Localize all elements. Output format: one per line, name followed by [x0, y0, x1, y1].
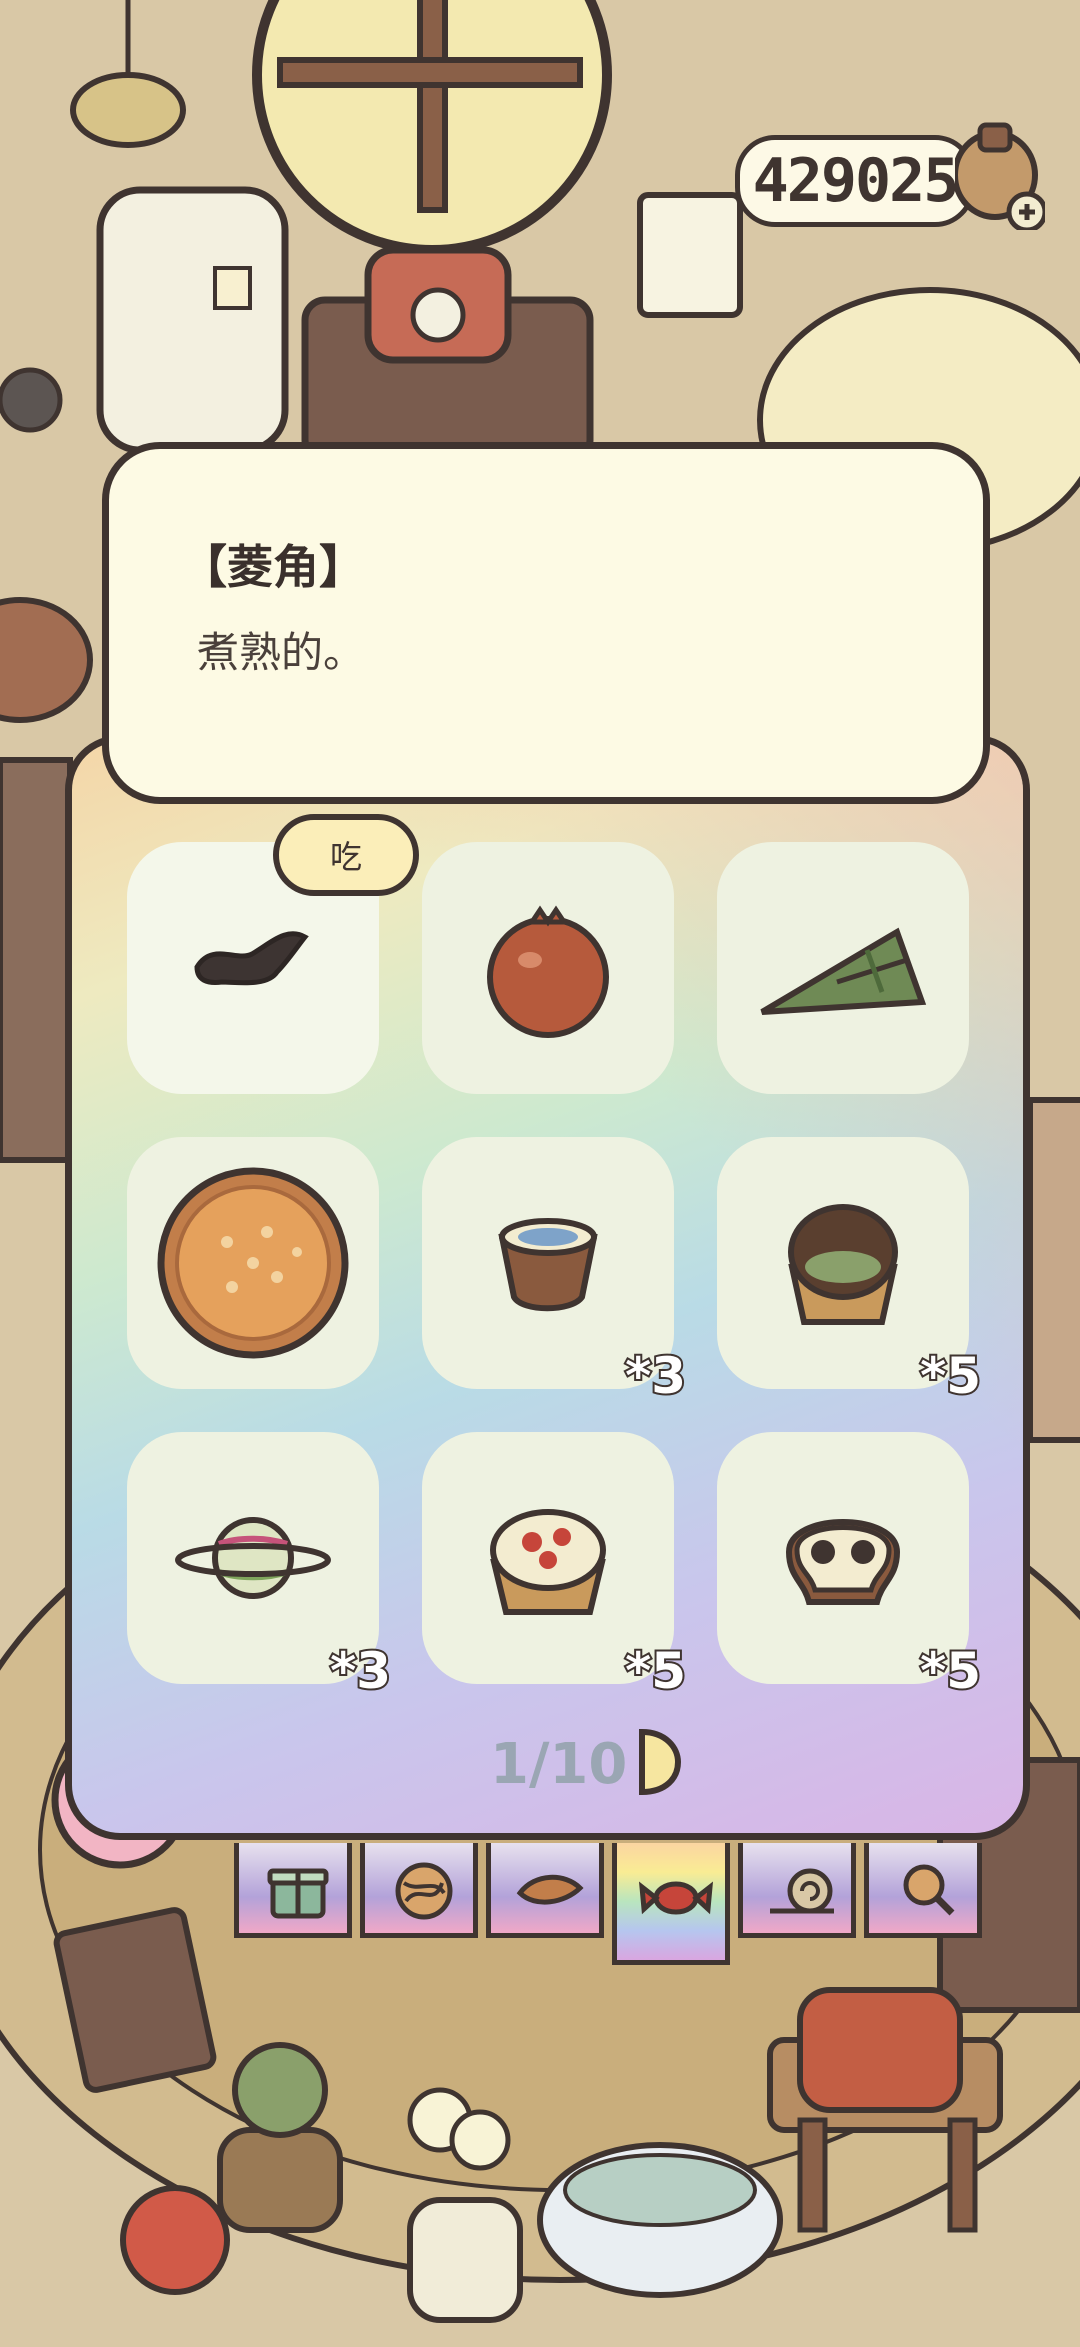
next-page-icon[interactable] [636, 1726, 684, 1798]
inventory-slot-4[interactable] [127, 1137, 379, 1389]
inventory-slot-8[interactable]: *5 [422, 1432, 688, 1702]
inventory-slot-9[interactable]: *5 [717, 1432, 983, 1702]
tab-toys[interactable] [360, 1843, 478, 1938]
item-info-card: 【菱角】 煮熟的。 [102, 442, 990, 804]
item-count: *5 [623, 1640, 688, 1702]
leaf-icon [516, 1874, 584, 1905]
tab-nature[interactable] [486, 1843, 604, 1938]
inventory-slot-7[interactable]: *3 [127, 1432, 393, 1702]
pizza-icon [157, 1167, 349, 1359]
inventory-slot-3[interactable] [717, 842, 969, 1094]
item-count: *5 [918, 1640, 983, 1702]
plus-icon[interactable] [955, 120, 1045, 230]
yarn-ball-icon [395, 1862, 453, 1920]
inventory-slot-2[interactable] [422, 842, 674, 1094]
inventory-slot-6[interactable]: *5 [717, 1137, 983, 1407]
eat-button[interactable]: 吃 [273, 814, 419, 896]
tab-food[interactable] [612, 1843, 730, 1965]
tab-gifts[interactable] [234, 1843, 352, 1938]
magnifier-icon [903, 1864, 955, 1916]
item-count: *3 [328, 1640, 393, 1702]
item-description: 煮熟的。 [197, 628, 366, 677]
inventory-slot-5[interactable]: *3 [422, 1137, 688, 1407]
pomegranate-icon [487, 905, 609, 1038]
currency-counter: 429025 [735, 135, 975, 227]
page-indicator: 1/10 [490, 1732, 628, 1797]
tab-search[interactable] [864, 1843, 982, 1938]
snail-icon [770, 1868, 834, 1914]
item-count: *3 [623, 1345, 688, 1407]
gift-icon [267, 1868, 329, 1919]
inventory-panel: *3 *5 *3 *5 *5 [65, 735, 1030, 1840]
zongzi-icon [760, 927, 927, 1015]
item-title: 【菱角】 [181, 540, 365, 594]
item-count: *5 [918, 1345, 983, 1407]
tab-critters[interactable] [738, 1843, 856, 1938]
candy-icon [638, 1881, 714, 1915]
